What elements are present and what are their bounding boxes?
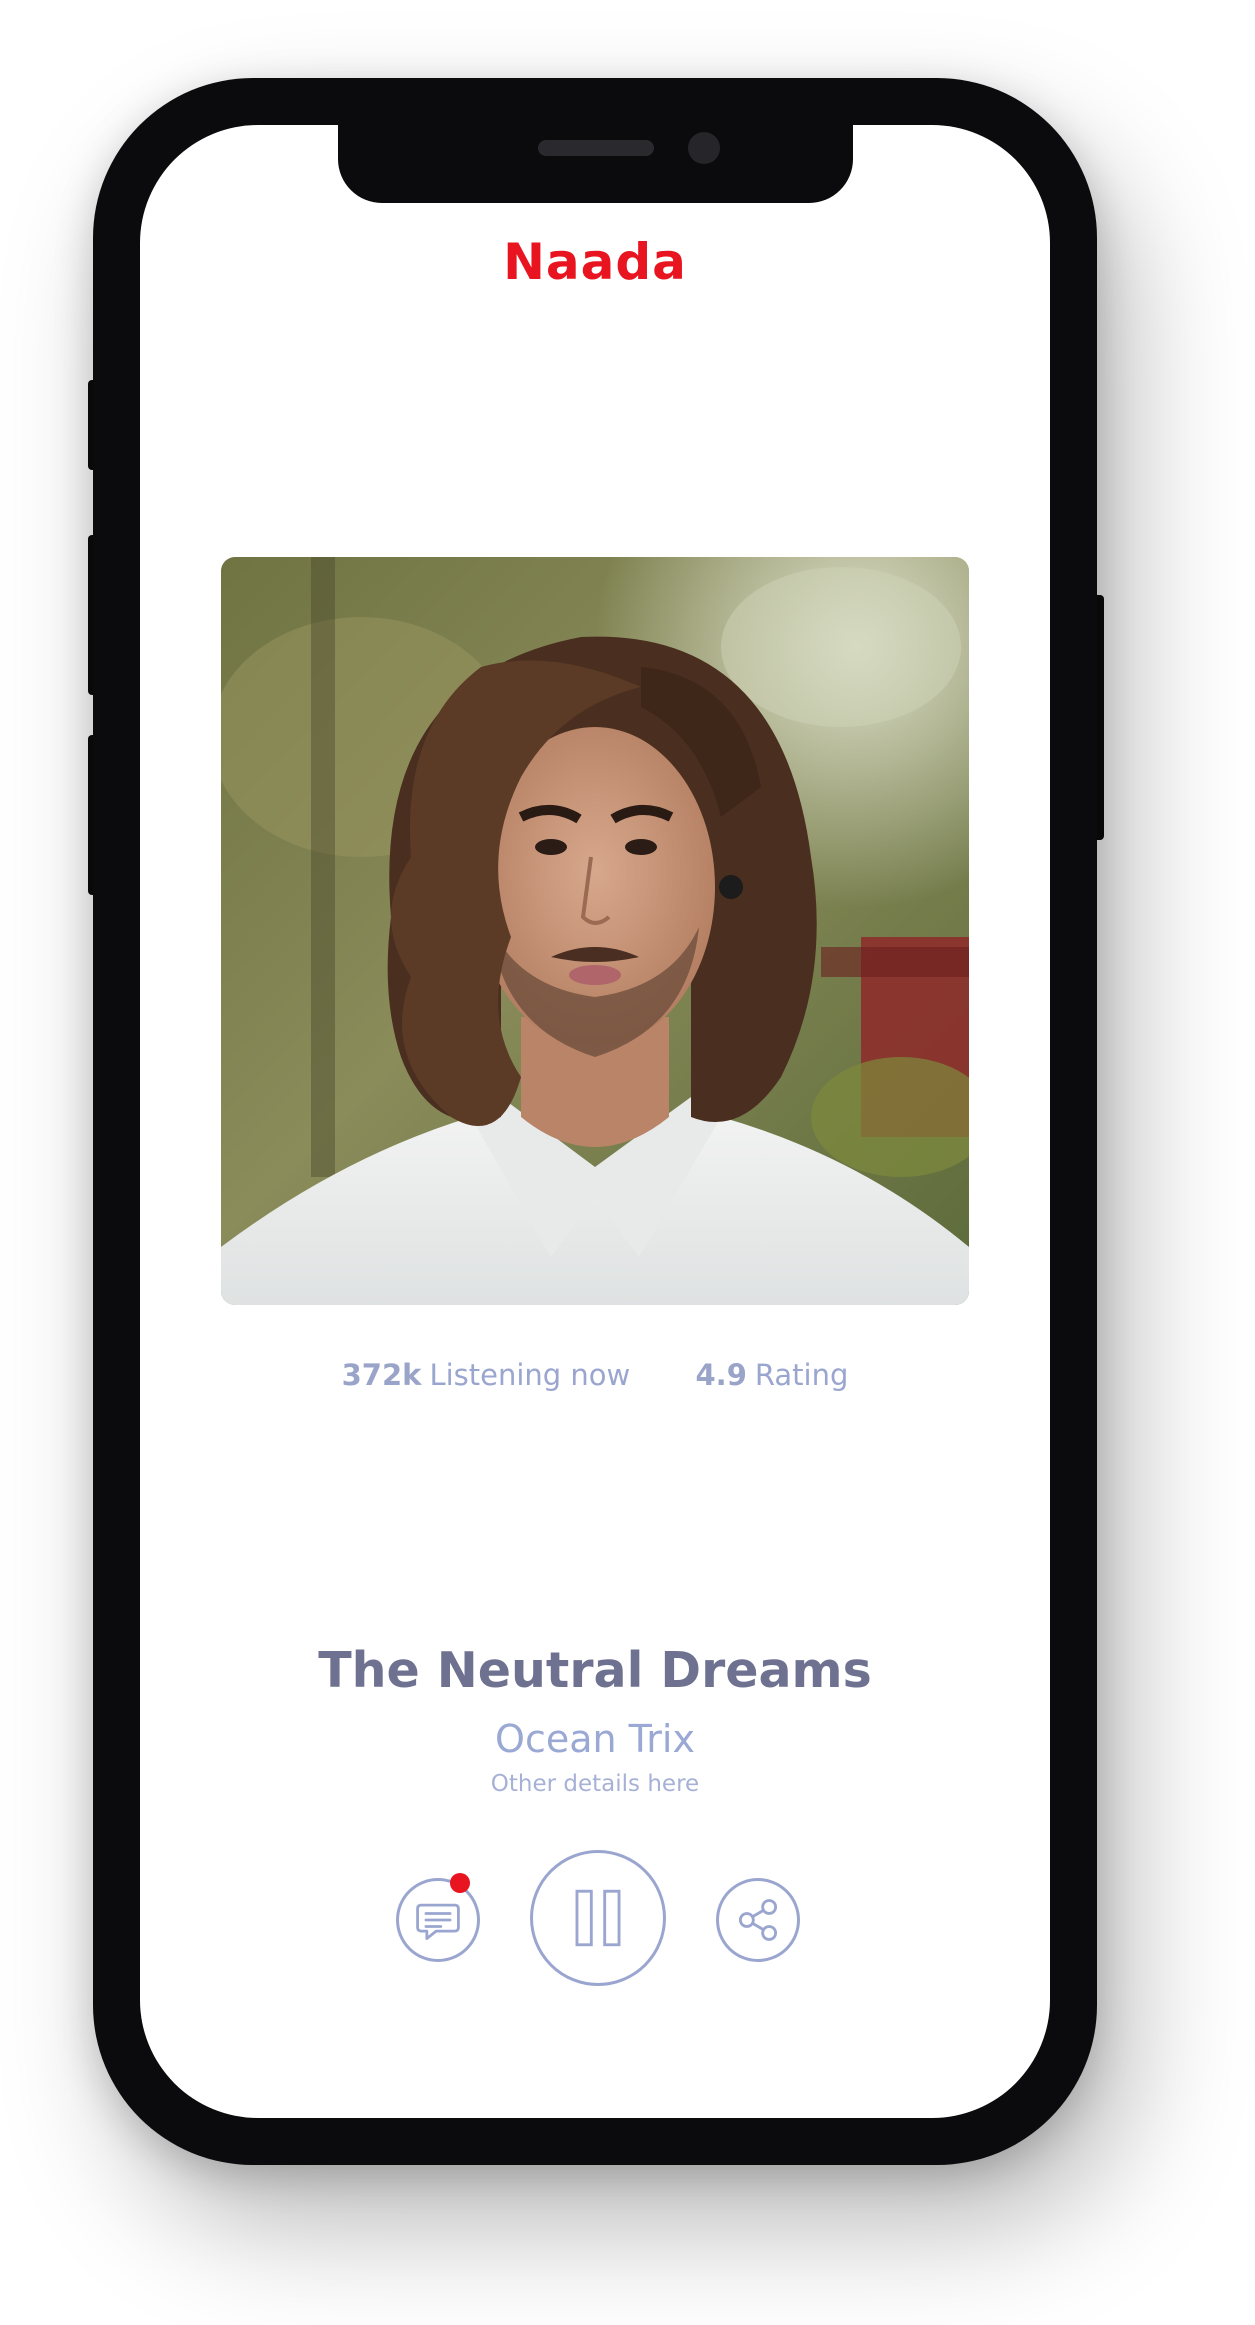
share-button[interactable] xyxy=(716,1878,800,1962)
rating-stat: 4.9 Rating xyxy=(696,1358,849,1392)
track-artist: Ocean Trix xyxy=(495,1717,695,1761)
playback-controls xyxy=(140,1850,1050,1990)
app-title: Naada xyxy=(503,233,687,291)
comment-icon xyxy=(416,1903,460,1940)
track-title: The Neutral Dreams xyxy=(318,1642,872,1699)
notification-dot xyxy=(450,1873,470,1893)
notch xyxy=(338,125,853,203)
pause-icon xyxy=(575,1889,621,1947)
speaker-grille xyxy=(538,140,654,156)
mockup-stage: Naada 372k Listening now 4.9 Rating The … xyxy=(0,0,1255,2325)
album-cover xyxy=(221,557,969,1305)
front-camera xyxy=(688,132,720,164)
track-details: Other details here xyxy=(490,1771,700,1797)
artist-portrait-image xyxy=(221,557,969,1305)
listeners-stat: 372k Listening now xyxy=(342,1358,631,1392)
rating-value: 4.9 xyxy=(695,1358,747,1392)
comment-button[interactable] xyxy=(396,1878,480,1962)
pause-button[interactable] xyxy=(530,1850,666,1986)
listeners-count: 372k xyxy=(341,1358,422,1392)
share-icon xyxy=(738,1899,778,1941)
phone-screen: Naada 372k Listening now 4.9 Rating The … xyxy=(140,125,1050,2118)
stats-row: 372k Listening now 4.9 Rating xyxy=(140,1358,1050,1392)
listeners-label: Listening now xyxy=(429,1358,631,1392)
rating-label: Rating xyxy=(754,1358,849,1392)
